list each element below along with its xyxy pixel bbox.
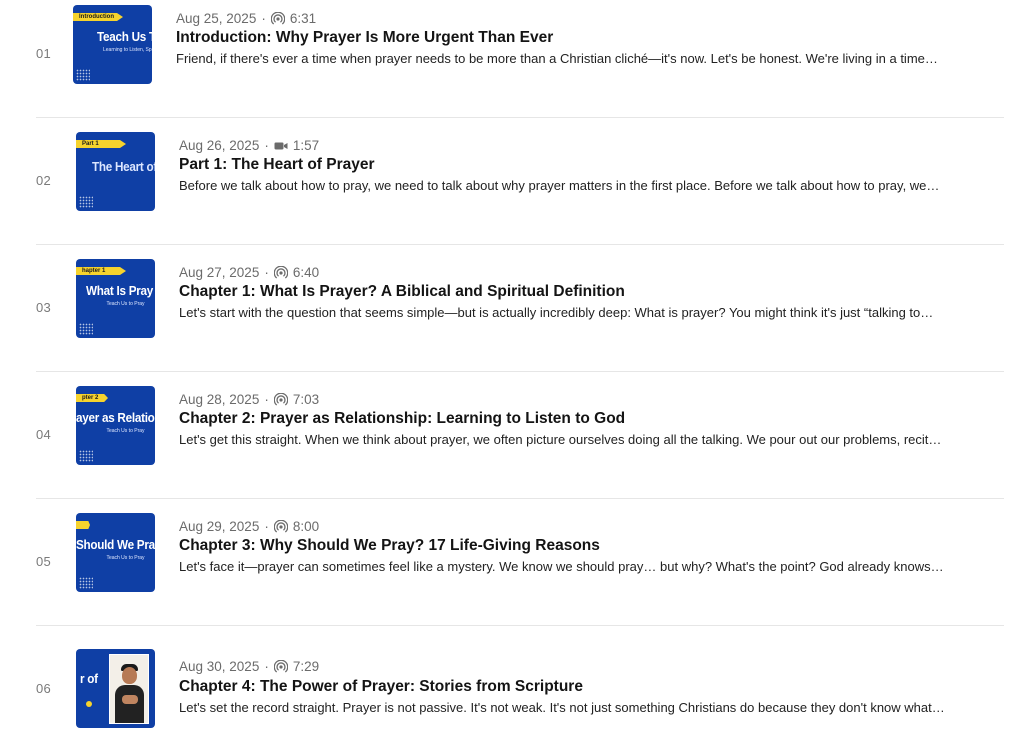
episode-date: Aug 30, 2025 — [179, 659, 260, 674]
episode-description: Let's start with the question that seems… — [179, 305, 934, 320]
speaker-photo — [109, 654, 149, 724]
podcast-icon — [273, 392, 288, 407]
podcast-icon — [270, 11, 285, 26]
episode-thumbnail[interactable]: Part 1 The Heart of — [76, 132, 155, 211]
episode-title[interactable]: Chapter 2: Prayer as Relationship: Learn… — [179, 410, 625, 428]
episode-thumbnail[interactable]: Should We Pray Teach Us to Pray — [76, 513, 155, 592]
episode-row[interactable]: 01 Introduction Teach Us T Learning to L… — [36, 0, 1004, 118]
thumbnail-tag — [76, 521, 90, 529]
episode-thumbnail[interactable]: hapter 1 What Is Pray Teach Us to Pray — [76, 259, 155, 338]
thumbnail-title: ayer as Relatio — [76, 410, 155, 425]
thumbnail-tag: pter 2 — [76, 394, 108, 402]
episode-row[interactable]: 05 Should We Pray Teach Us to Pray Aug 2… — [36, 499, 1004, 626]
episode-number: 03 — [36, 300, 52, 315]
episode-meta: Aug 29, 2025 · 8:00 — [179, 519, 320, 534]
episode-number: 05 — [36, 554, 52, 569]
episode-meta: Aug 25, 2025 · 6:31 — [176, 11, 317, 26]
dot-pattern-decoration — [79, 450, 93, 462]
episode-date: Aug 27, 2025 — [179, 265, 260, 280]
dot-pattern-decoration — [79, 196, 93, 208]
episode-description: Friend, if there's ever a time when pray… — [176, 51, 938, 66]
dot-pattern-decoration — [79, 577, 93, 589]
thumbnail-tag: hapter 1 — [76, 267, 126, 275]
episode-number: 04 — [36, 427, 52, 442]
thumbnail-subtitle: Teach Us to Pray — [106, 428, 145, 434]
thumbnail-subtitle: Learning to Listen, Sp... in God's Pres.… — [103, 47, 152, 53]
episode-thumbnail[interactable]: pter 2 ayer as Relatio Teach Us to Pray — [76, 386, 155, 465]
episode-duration: 8:00 — [292, 519, 320, 534]
episode-thumbnail[interactable]: r of — [76, 649, 155, 728]
episode-row[interactable]: 06 r of Aug 30, 2025 · 7:29 Chapter 4: T… — [36, 626, 1004, 753]
thumbnail-subtitle: Teach Us to Pray — [106, 301, 145, 307]
episode-meta: Aug 27, 2025 · 6:40 — [179, 265, 320, 280]
episode-date: Aug 28, 2025 — [179, 392, 260, 407]
episode-meta: Aug 30, 2025 · 7:29 — [179, 659, 320, 674]
episode-description: Let's set the record straight. Prayer is… — [179, 700, 945, 715]
video-camera-icon — [274, 139, 288, 153]
thumbnail-title: What Is Pray — [86, 283, 153, 298]
episode-duration: 6:31 — [289, 11, 317, 26]
thumbnail-title: Teach Us T — [97, 29, 152, 44]
episode-row[interactable]: 03 hapter 1 What Is Pray Teach Us to Pra… — [36, 245, 1004, 372]
podcast-icon — [273, 265, 288, 280]
episode-date: Aug 26, 2025 — [179, 138, 260, 153]
episode-title[interactable]: Chapter 1: What Is Prayer? A Biblical an… — [179, 283, 625, 301]
thumbnail-subtitle: Teach Us to Pray — [106, 555, 145, 561]
episode-meta: Aug 28, 2025 · 7:03 — [179, 392, 320, 407]
episode-title[interactable]: Introduction: Why Prayer Is More Urgent … — [176, 29, 553, 47]
episode-description: Let's get this straight. When we think a… — [179, 432, 942, 447]
episode-duration: 1:57 — [292, 138, 320, 153]
episode-title[interactable]: Chapter 4: The Power of Prayer: Stories … — [179, 678, 583, 696]
episode-date: Aug 25, 2025 — [176, 11, 257, 26]
episode-duration: 7:29 — [292, 659, 320, 674]
episode-number: 06 — [36, 681, 52, 696]
thumbnail-tag: Introduction — [73, 13, 123, 21]
episode-number: 01 — [36, 46, 52, 61]
episode-title[interactable]: Chapter 3: Why Should We Pray? 17 Life-G… — [179, 537, 600, 555]
podcast-icon — [273, 659, 288, 674]
podcast-icon — [273, 519, 288, 534]
episode-date: Aug 29, 2025 — [179, 519, 260, 534]
thumbnail-title: The Heart of — [92, 159, 155, 174]
episode-duration: 6:40 — [292, 265, 320, 280]
episode-duration: 7:03 — [292, 392, 320, 407]
thumbnail-title: Should We Pray — [76, 537, 155, 552]
episode-number: 02 — [36, 173, 52, 188]
dot-pattern-decoration — [76, 69, 90, 81]
thumbnail-tag: Part 1 — [76, 140, 126, 148]
episode-title[interactable]: Part 1: The Heart of Prayer — [179, 156, 375, 174]
episode-row[interactable]: 04 pter 2 ayer as Relatio Teach Us to Pr… — [36, 372, 1004, 499]
episode-description: Let's face it—prayer can sometimes feel … — [179, 559, 944, 574]
episode-description: Before we talk about how to pray, we nee… — [179, 178, 940, 193]
dot-pattern-decoration — [79, 323, 93, 335]
episode-row[interactable]: 02 Part 1 The Heart of Aug 26, 2025 · 1:… — [36, 118, 1004, 245]
yellow-dot-decoration — [86, 701, 92, 707]
episode-meta: Aug 26, 2025 · 1:57 — [179, 138, 320, 153]
episode-thumbnail[interactable]: Introduction Teach Us T Learning to List… — [73, 5, 152, 84]
